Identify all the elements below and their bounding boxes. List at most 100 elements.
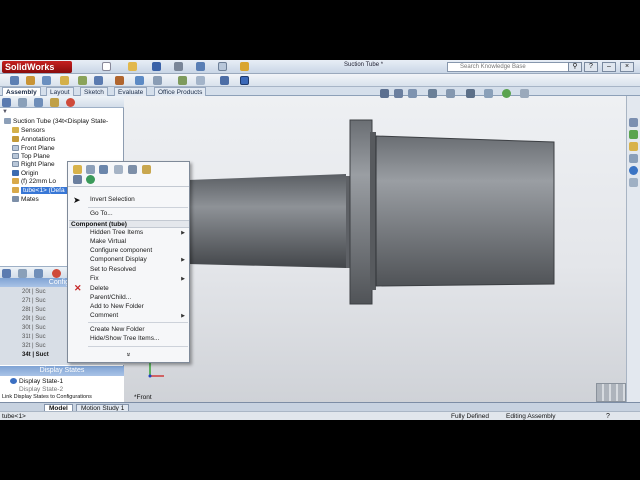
config-item[interactable]: 31t | Suc	[22, 334, 46, 340]
tree-item-right-plane[interactable]: Right Plane	[12, 161, 55, 168]
menu-item-make-virtual[interactable]: Make Virtual	[90, 238, 126, 245]
configurationmanager-tab-icon[interactable]	[34, 98, 43, 107]
open-part-icon[interactable]	[73, 165, 82, 174]
menu-item-parent-child[interactable]: Parent/Child...	[90, 294, 131, 301]
edit-part-icon[interactable]	[86, 165, 95, 174]
app-logo[interactable]: SolidWorks	[2, 61, 72, 73]
tab-office-products[interactable]: Office Products	[154, 87, 207, 96]
propertymanager-tab-icon[interactable]	[18, 269, 27, 278]
tube-model[interactable]	[124, 96, 626, 402]
view-palette-icon[interactable]	[629, 154, 638, 163]
featuremanager-tab-icon[interactable]	[2, 98, 11, 107]
custom-properties-icon[interactable]	[629, 178, 638, 187]
tab-layout[interactable]: Layout	[46, 87, 74, 96]
undo-icon[interactable]	[196, 62, 205, 71]
close-button[interactable]: ×	[620, 62, 634, 72]
zoom-selection-icon[interactable]	[73, 175, 82, 184]
menu-item-delete[interactable]: Delete	[90, 285, 109, 292]
select-icon[interactable]	[218, 62, 227, 71]
toolbar-icon[interactable]	[220, 76, 229, 85]
plane-icon	[12, 153, 19, 160]
tree-item-annotations[interactable]: Annotations	[12, 136, 55, 143]
config-item[interactable]: 28t | Suc	[22, 307, 46, 313]
toolbar-icon[interactable]	[26, 76, 35, 85]
appearance-icon[interactable]	[86, 175, 95, 184]
toolbar-icon[interactable]	[135, 76, 144, 85]
tree-item-front-plane[interactable]: Front Plane	[12, 145, 55, 152]
display-state-item[interactable]: Display State-1	[10, 378, 63, 385]
tab-sketch[interactable]: Sketch	[80, 87, 108, 96]
display-state-item[interactable]: Display State-2	[10, 386, 63, 393]
tree-item-sensors[interactable]: Sensors	[12, 127, 45, 134]
tab-assembly[interactable]: Assembly	[2, 87, 41, 96]
file-explorer-icon[interactable]	[629, 142, 638, 151]
print-icon[interactable]	[174, 62, 183, 71]
toolbar-icon[interactable]	[178, 76, 187, 85]
config-item-active[interactable]: 34t | Suct	[22, 352, 49, 358]
viewport-grid-icon[interactable]	[596, 383, 626, 402]
appearances-icon[interactable]	[629, 166, 638, 175]
new-icon[interactable]	[102, 62, 111, 71]
display-manager-tab-icon[interactable]	[66, 98, 75, 107]
menu-item-hide-show-tree-items[interactable]: Hide/Show Tree Items...	[90, 335, 159, 342]
search-input[interactable]: Search Knowledge Base	[447, 62, 569, 72]
featuremanager-tab-icon[interactable]	[2, 269, 11, 278]
toolbar-icon[interactable]	[78, 76, 87, 85]
tree-item-top-plane[interactable]: Top Plane	[12, 153, 50, 160]
menu-item-configure-component[interactable]: Configure component	[90, 247, 152, 254]
toolbar-icon[interactable]	[196, 76, 205, 85]
help-icon[interactable]: ?	[606, 412, 610, 421]
configurationmanager-tab-icon[interactable]	[34, 269, 43, 278]
menu-item-go-to[interactable]: Go To...	[90, 210, 113, 217]
graphics-area[interactable]: *Front	[124, 89, 626, 402]
command-toolbar	[0, 74, 640, 87]
design-library-icon[interactable]	[629, 130, 638, 139]
resources-icon[interactable]	[629, 118, 638, 127]
config-item[interactable]: 29t | Suc	[22, 316, 46, 322]
open-icon[interactable]	[128, 62, 137, 71]
config-item[interactable]: 30t | Suc	[22, 325, 46, 331]
propertymanager-tab-icon[interactable]	[18, 98, 27, 107]
filter-icon[interactable]: ▼	[2, 109, 8, 115]
toolbar-icon[interactable]	[153, 76, 162, 85]
config-item[interactable]: 32t | Suc	[22, 343, 46, 349]
tree-item-component-fixed[interactable]: (f) 22mm Lo	[12, 178, 56, 185]
config-item[interactable]: 20t | Suc	[22, 289, 46, 295]
tree-item-mates[interactable]: Mates	[12, 196, 39, 203]
toolbar-icon[interactable]	[94, 76, 103, 85]
tree-item-tube-selected[interactable]: tube<1> (Defa	[12, 187, 67, 194]
rotate-icon[interactable]	[99, 165, 108, 174]
menu-separator	[88, 346, 188, 347]
minimize-button[interactable]: –	[602, 62, 616, 72]
search-button[interactable]: ⚲	[568, 62, 582, 72]
menu-item-comment[interactable]: Comment	[90, 312, 118, 319]
toolbar-icon[interactable]	[10, 76, 19, 85]
menu-item-create-new-folder[interactable]: Create New Folder	[90, 326, 145, 333]
menu-item-set-to-resolved[interactable]: Set to Resolved	[90, 266, 136, 273]
display-manager-tab-icon[interactable]	[52, 269, 61, 278]
tree-item-origin[interactable]: Origin	[12, 170, 38, 177]
toolbar-icon[interactable]	[60, 76, 69, 85]
config-item[interactable]: 27t | Suc	[22, 298, 46, 304]
dimxpert-tab-icon[interactable]	[50, 98, 59, 107]
tab-evaluate[interactable]: Evaluate	[114, 87, 148, 96]
menu-item-component-display[interactable]: Component Display	[90, 256, 147, 263]
hide-component-icon[interactable]	[128, 165, 137, 174]
menu-item-add-to-new-folder[interactable]: Add to New Folder	[90, 303, 144, 310]
toolbar-icon[interactable]	[42, 76, 51, 85]
rebuild-icon[interactable]	[240, 62, 249, 71]
tree-root[interactable]: Suction Tube (34t<Display State-	[4, 118, 108, 125]
toolbar-icon[interactable]	[115, 76, 124, 85]
move-icon[interactable]	[114, 165, 123, 174]
expand-menu-icon[interactable]: »	[124, 353, 131, 357]
menu-item-invert-selection[interactable]: Invert Selection	[90, 196, 135, 203]
help-button[interactable]: ?	[584, 62, 598, 72]
toolbar-icon[interactable]	[240, 76, 249, 85]
link-display-states-checkbox[interactable]: Link Display States to Configurations	[2, 394, 92, 400]
status-definition: Fully Defined	[451, 413, 489, 420]
model-tabs: Model Motion Study 1	[0, 402, 640, 412]
isolate-icon[interactable]	[142, 165, 151, 174]
menu-item-fix[interactable]: Fix	[90, 275, 99, 282]
save-icon[interactable]	[152, 62, 161, 71]
menu-item-hidden-tree-items[interactable]: Hidden Tree Items	[90, 229, 143, 236]
